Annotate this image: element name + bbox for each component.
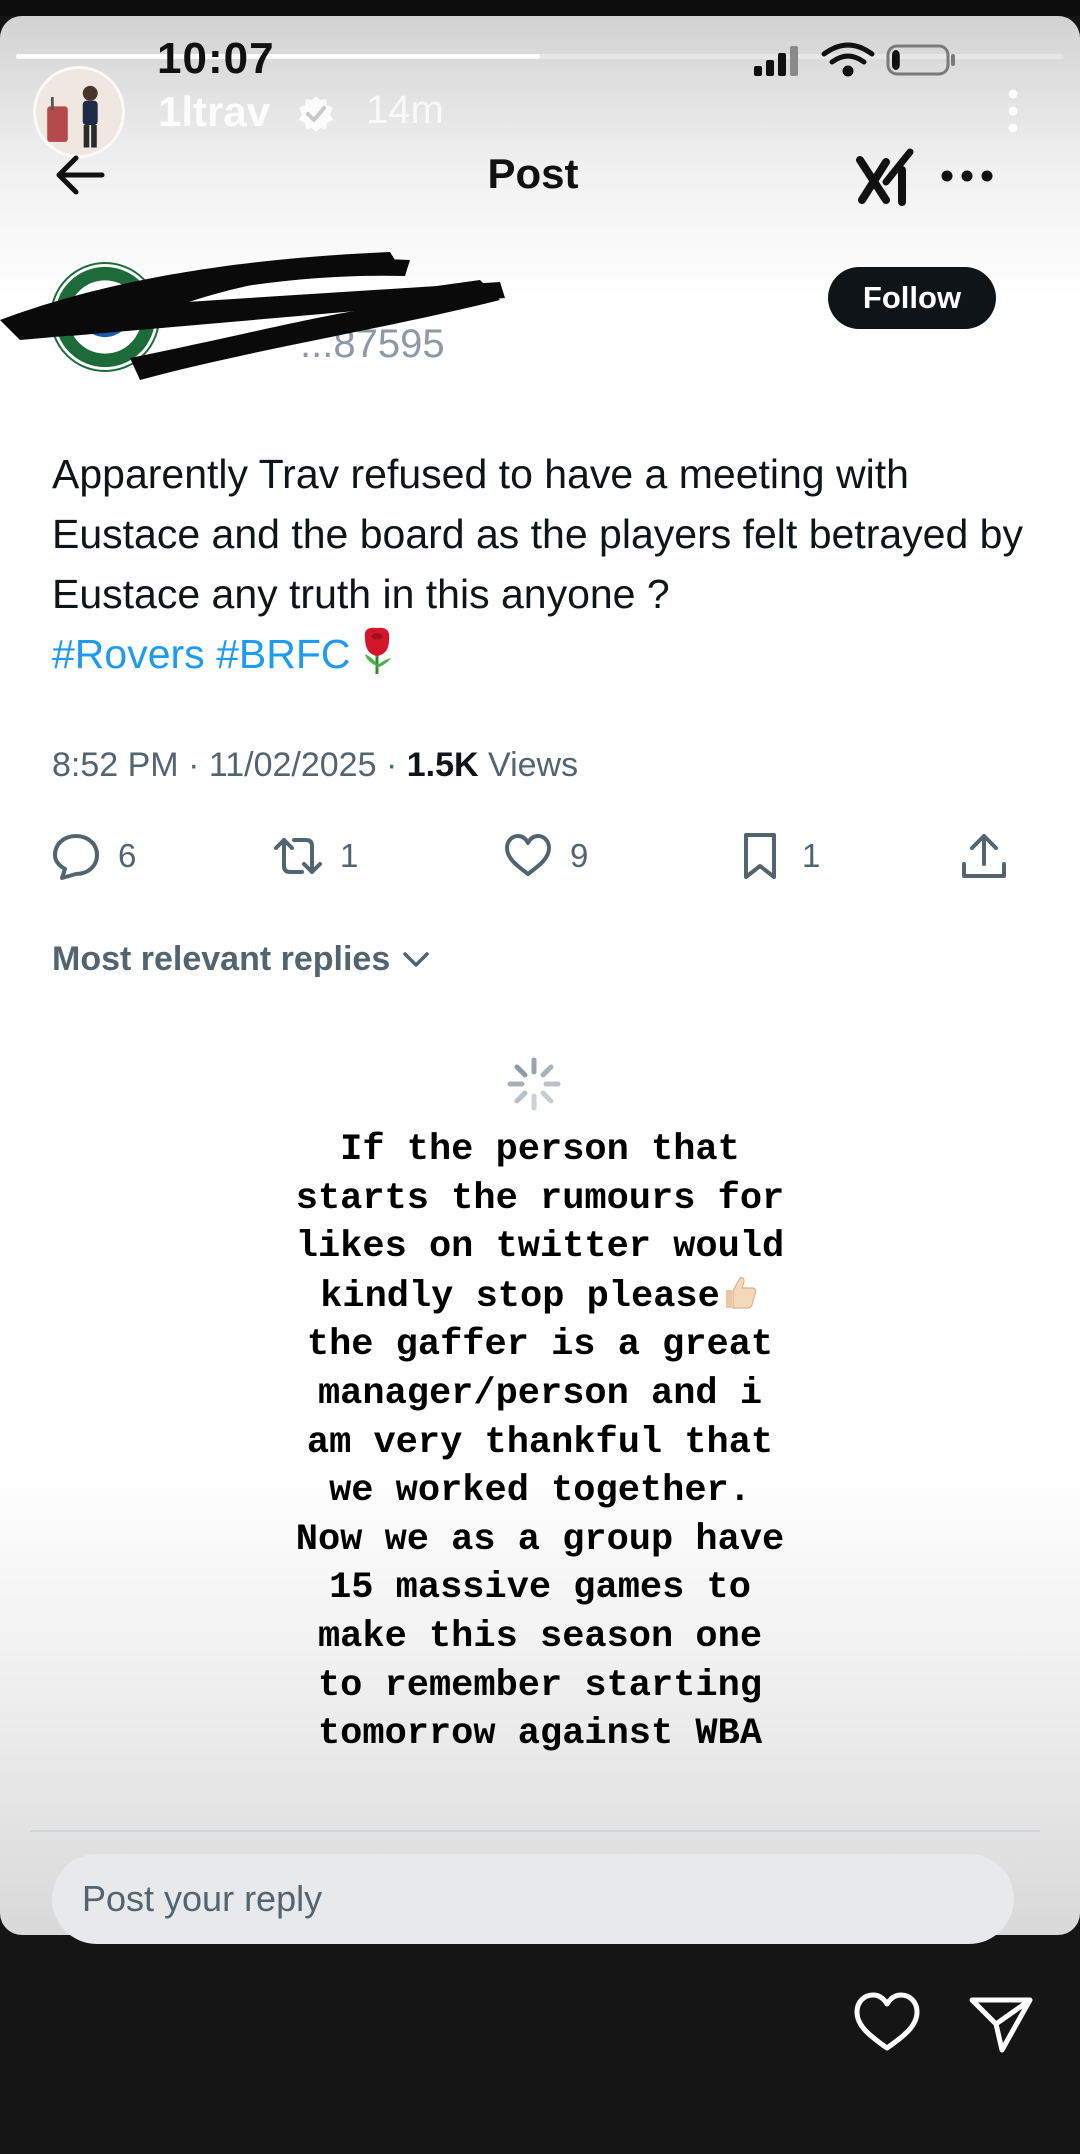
caption-line: the gaffer is a great [306,1324,774,1367]
redaction-scribble [0,252,505,380]
status-icons [754,42,955,77]
caption-line: Now we as a group have [295,1518,785,1561]
caption-line: 15 massive games to [329,1567,751,1610]
grok-icon[interactable] [856,148,916,206]
caption-line: likes on twitter would [295,1226,785,1269]
caption-line: kindly stop please [320,1275,720,1318]
post-date: 11/02/2025 [208,746,377,784]
hashtag-brfc[interactable]: #BRFC [216,631,350,677]
thumbs-up-emoji-icon [725,1276,757,1309]
heart-outline-icon[interactable] [852,1990,922,2054]
story-top-strip [0,0,1080,16]
repost-button[interactable]: 1 [272,826,358,886]
bookmark-count: 1 [802,837,821,874]
avatar-photo [36,69,122,155]
wifi-icon [821,42,875,77]
reply-button[interactable]: 6 [50,826,136,886]
heart-outline-icon [505,834,551,876]
replies-sort-dropdown[interactable]: Most relevant replies [52,940,432,979]
hashtag-rovers[interactable]: #Rovers [52,631,205,677]
reply-icon [53,834,99,880]
follow-button[interactable]: Follow [828,267,996,329]
reply-input[interactable]: Post your reply [52,1854,1014,1944]
reply-count: 6 [118,837,137,874]
share-icon [962,834,1006,878]
post-body-text: Apparently Trav refused to have a meetin… [52,451,1023,617]
divider [30,1830,1040,1832]
verified-badge-icon [299,96,333,132]
repost-icon [274,838,322,874]
story-time-ago: 14m [366,88,444,132]
meta-separator: · [385,746,398,784]
meta-separator: · [188,746,200,784]
share-button[interactable] [958,826,1010,886]
caption-line: to remember starting [317,1664,763,1707]
caption-line: make this season one [317,1615,763,1658]
caption-line: we worked together. [329,1470,751,1513]
bookmark-icon [744,833,776,879]
caption-line: tomorrow against WBA [317,1713,763,1756]
cellular-signal-icon [754,46,798,76]
repost-count: 1 [340,837,359,874]
caption-line: starts the rumours for [295,1177,785,1220]
status-time: 10:07 [157,34,275,83]
chevron-down-icon [403,951,429,967]
story-progress-fill [16,54,540,59]
more-vertical-icon[interactable] [1000,88,1026,134]
reply-placeholder: Post your reply [82,1878,323,1919]
loading-spinner-icon [507,1057,561,1111]
post-time: 8:52 PM [52,746,179,784]
send-icon[interactable] [966,1992,1036,2056]
replies-sort-label: Most relevant replies [52,940,391,978]
post-action-bar: 6 1 9 1 [50,826,1030,886]
caption-line: If the person that [340,1129,740,1171]
story-caption: If the person that starts the rumours fo… [150,1126,930,1759]
caption-line-with-emoji: kindly stop please [150,1272,930,1322]
rose-emoji-icon [364,627,391,674]
caption-line: manager/person and i [317,1372,763,1415]
post-meta: 8:52 PM · 11/02/2025 · 1.5K Views [52,746,578,785]
views-label: Views [488,746,579,784]
story-username[interactable]: 1ltrav [158,88,270,136]
views-count: 1.5K [406,746,479,784]
battery-icon [886,44,955,76]
like-count: 9 [570,837,589,874]
caption-line: am very thankful that [306,1421,774,1464]
like-button[interactable]: 9 [502,826,588,886]
story-author-avatar[interactable] [33,66,125,158]
bookmark-button[interactable]: 1 [734,826,820,886]
more-horizontal-icon[interactable] [940,168,994,184]
post-text: Apparently Trav refused to have a meetin… [52,444,1032,684]
